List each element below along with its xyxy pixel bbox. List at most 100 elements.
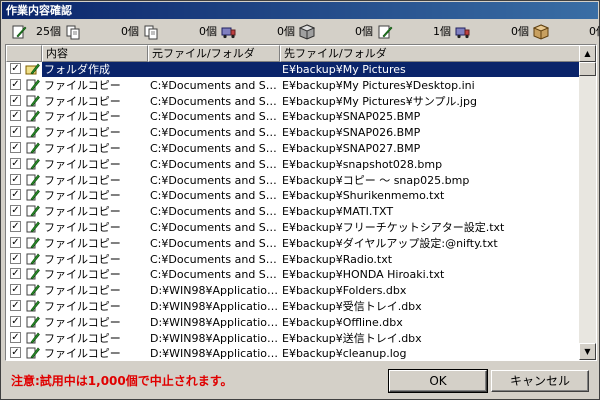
table-row[interactable]: ✓ ファイルコピー D:¥WIN98¥Application ... E¥backup… [6,346,580,361]
counter-6: 0個 [473,22,551,42]
operation-list[interactable]: 内容 元ファイル/フォルダ 先ファイル/フォルダ ✓ フォルダ作成 E¥backup… [5,44,597,361]
row-dest: E¥backup¥My Pictures¥サンプル.jpg [282,94,477,108]
check-icon: ✓ [10,220,21,232]
table-row[interactable]: ✓ ファイルコピー C:¥Documents and Sett... E¥backup… [6,94,580,110]
list-header: 内容 元ファイル/フォルダ 先ファイル/フォルダ [6,45,580,62]
scroll-down-button[interactable]: ▼ [579,343,596,360]
row-checkbox[interactable]: ✓ [10,315,23,331]
row-type: ファイルコピー [44,157,121,171]
table-row[interactable]: ✓ ファイルコピー C:¥Documents and Sett... E¥backup… [6,267,580,283]
confirm-dialog: 作業内容確認 25個 0個 0個 0個 0個 1個 0個 0個 内容 元ファイル/フォルダ 先… [0,0,600,400]
row-checkbox[interactable]: ✓ [10,347,23,360]
table-row[interactable]: ✓ ファイルコピー C:¥Documents and Sett... E¥backup… [6,220,580,236]
cancel-button[interactable]: キャンセル [491,370,589,392]
row-checkbox[interactable]: ✓ [10,78,23,94]
row-dest: E¥backup¥HONDA Hiroaki.txt [282,268,445,282]
table-row[interactable]: ✓ ファイルコピー C:¥Documents and Sett... E¥backup… [6,204,580,220]
counter-value: 0個 [199,25,217,38]
package-icon [533,24,549,40]
row-checkbox[interactable]: ✓ [10,189,23,204]
ok-button[interactable]: OK [388,369,488,393]
row-source: C:¥Documents and Sett... [150,205,282,219]
table-row[interactable]: ✓ ファイルコピー C:¥Documents and Sett... E¥backup… [6,236,580,252]
counter-2: 0個 [161,22,239,42]
row-checkbox[interactable]: ✓ [10,173,23,189]
table-row[interactable]: ✓ ファイルコピー D:¥WIN98¥Application ... E¥backup… [6,315,580,331]
table-row[interactable]: ✓ ファイルコピー D:¥WIN98¥Application ... E¥backup… [6,331,580,347]
row-checkbox[interactable]: ✓ [10,268,23,283]
column-header-source[interactable]: 元ファイル/フォルダ [148,45,280,62]
vertical-scrollbar[interactable]: ▲ ▼ [579,45,596,360]
row-type: ファイルコピー [44,220,121,234]
row-source: D:¥WIN98¥Application ... [150,284,282,298]
row-type: ファイルコピー [44,331,121,345]
counter-value: 0個 [277,25,295,38]
column-header-dest[interactable]: 先ファイル/フォルダ [280,45,580,62]
counter-7: 0個 [551,22,600,42]
row-checkbox[interactable]: ✓ [10,252,23,268]
row-type: ファイルコピー [44,252,121,266]
check-icon: ✓ [10,205,21,217]
row-checkbox[interactable]: ✓ [10,284,23,299]
check-icon: ✓ [10,331,21,343]
scroll-thumb[interactable] [579,62,596,76]
check-icon: ✓ [10,78,21,90]
row-dest: E¥backup¥SNAP027.BMP [282,141,421,155]
row-checkbox[interactable]: ✓ [10,63,23,78]
row-type: ファイルコピー [44,347,121,361]
pencil-icon [377,24,393,40]
row-dest: E¥backup¥Folders.dbx [282,284,407,298]
table-row[interactable]: ✓ ファイルコピー C:¥Documents and Sett... E¥backup… [6,252,580,268]
row-source: C:¥Documents and Sett... [150,126,282,140]
file-copy-icon [25,252,41,267]
table-row[interactable]: ✓ ファイルコピー C:¥Documents and Sett... E¥backup… [6,78,580,94]
row-dest: E¥backup¥Radio.txt [282,252,393,266]
row-dest: E¥backup¥My Pictures¥Desktop.ini [282,78,475,92]
table-row[interactable]: ✓ ファイルコピー C:¥Documents and Sett... E¥backup… [6,173,580,189]
table-row[interactable]: ✓ ファイルコピー C:¥Documents and Sett... E¥backup… [6,109,580,125]
table-row[interactable]: ✓ ファイルコピー C:¥Documents and Sett... E¥backup… [6,188,580,204]
row-checkbox[interactable]: ✓ [10,126,23,141]
row-source: C:¥Documents and Sett... [150,94,282,108]
check-icon: ✓ [10,126,21,138]
row-checkbox[interactable]: ✓ [10,110,23,125]
file-copy-icon [25,346,41,360]
table-row[interactable]: ✓ ファイルコピー C:¥Documents and Sett... E¥backup… [6,157,580,173]
row-checkbox[interactable]: ✓ [10,299,23,315]
row-type: ファイルコピー [44,236,121,250]
row-checkbox[interactable]: ✓ [10,141,23,157]
row-checkbox[interactable]: ✓ [10,236,23,252]
file-copy-icon [25,141,41,156]
row-type: ファイルコピー [44,189,121,203]
check-icon: ✓ [10,189,21,201]
table-row[interactable]: ✓ ファイルコピー D:¥WIN98¥Application ... E¥backup… [6,299,580,315]
file-copy-icon [25,109,41,124]
row-dest: E¥backup¥SNAP026.BMP [282,126,421,140]
row-type: ファイルコピー [44,299,121,313]
pencil-edit-icon [11,24,27,40]
row-type: ファイルコピー [44,268,121,282]
check-icon: ✓ [10,157,21,169]
row-checkbox[interactable]: ✓ [10,94,23,110]
file-copy-icon [25,157,41,172]
row-dest: E¥backup¥MATI.TXT [282,205,394,219]
table-row[interactable]: ✓ フォルダ作成 E¥backup¥My Pictures [6,62,580,78]
table-row[interactable]: ✓ ファイルコピー C:¥Documents and Sett... E¥backup… [6,125,580,141]
row-source: C:¥Documents and Sett... [150,252,282,266]
scroll-up-button[interactable]: ▲ [579,45,596,62]
column-header-type[interactable]: 内容 [42,45,148,62]
copy-file-icon [143,24,159,40]
title-bar[interactable]: 作業内容確認 [2,2,598,19]
window-title: 作業内容確認 [6,4,72,17]
row-checkbox[interactable]: ✓ [10,205,23,220]
row-dest: E¥backup¥SNAP025.BMP [282,110,421,124]
counter-4: 0個 [317,22,395,42]
row-checkbox[interactable]: ✓ [10,157,23,173]
row-source [148,62,282,77]
row-checkbox[interactable]: ✓ [10,331,23,347]
file-copy-icon [25,173,41,188]
row-type: ファイルコピー [44,141,121,155]
row-checkbox[interactable]: ✓ [10,220,23,236]
table-row[interactable]: ✓ ファイルコピー C:¥Documents and Sett... E¥backup… [6,141,580,157]
table-row[interactable]: ✓ ファイルコピー D:¥WIN98¥Application ... E¥backup… [6,283,580,299]
